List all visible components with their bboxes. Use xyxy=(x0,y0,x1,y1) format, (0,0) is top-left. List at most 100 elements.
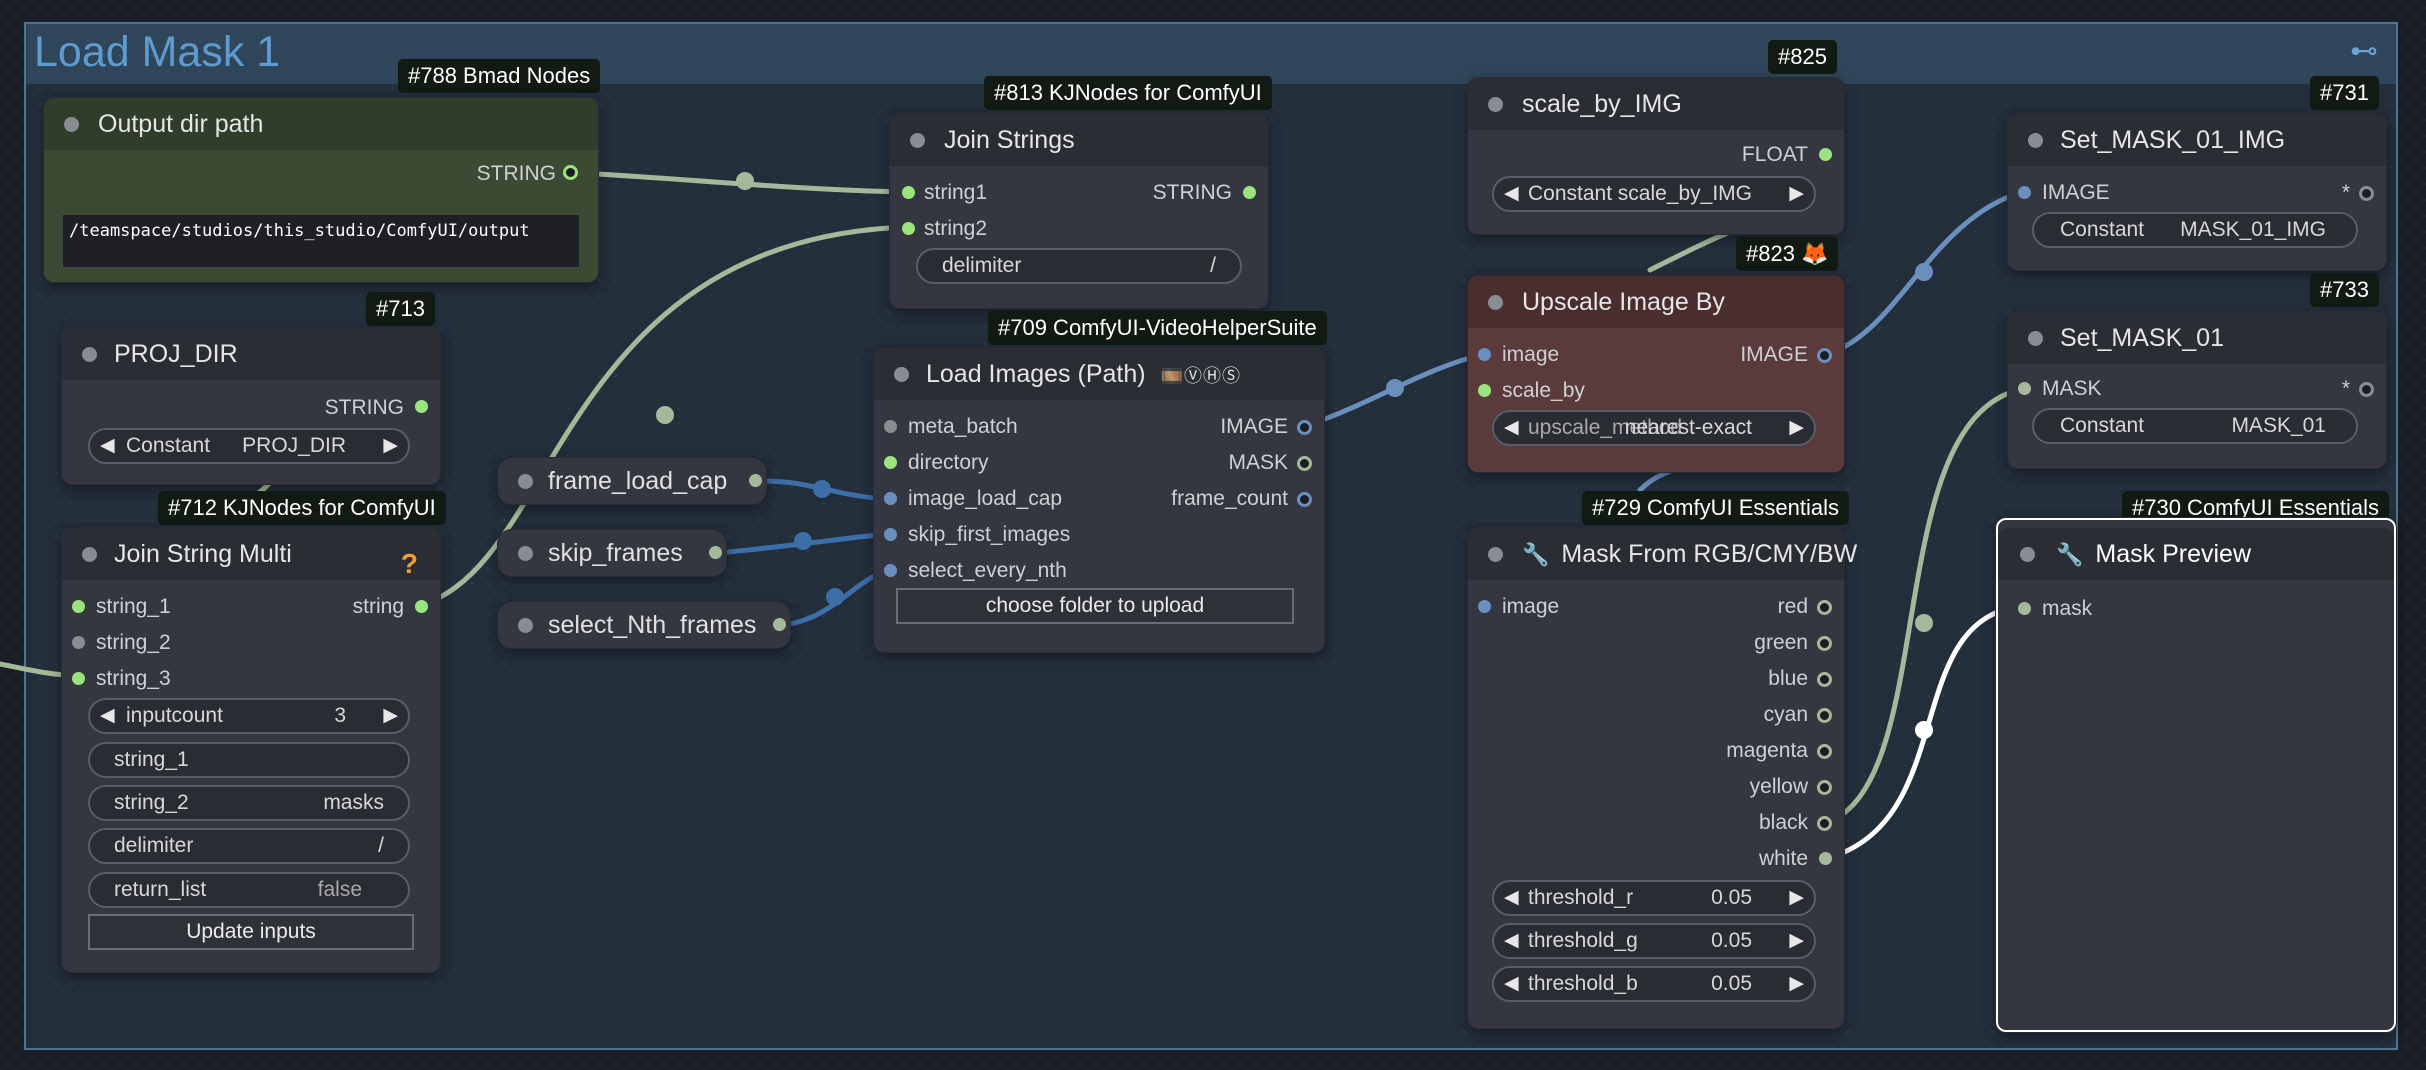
output-black-port[interactable] xyxy=(1817,816,1832,831)
pin-icon[interactable]: ⊷ xyxy=(2350,34,2378,67)
input-image-load-cap-port[interactable] xyxy=(884,492,897,505)
node-title[interactable]: 🔧 Mask From RGB/CMY/BW xyxy=(1468,528,1857,580)
collapse-dot-icon[interactable] xyxy=(1488,295,1503,310)
node-mask-preview[interactable]: 🔧 Mask Preview mask xyxy=(1996,518,2396,1032)
output-string-port[interactable] xyxy=(563,165,578,180)
collapse-dot-icon[interactable] xyxy=(64,117,79,132)
collapse-dot-icon[interactable] xyxy=(894,367,909,382)
return-list-toggle[interactable]: return_list false xyxy=(88,872,410,908)
output-yellow-port[interactable] xyxy=(1817,780,1832,795)
arrow-left-icon[interactable]: ◀ xyxy=(1504,968,1519,1000)
arrow-left-icon[interactable]: ◀ xyxy=(100,430,115,462)
node-frame-load-cap[interactable]: frame_load_cap xyxy=(498,458,766,504)
arrow-left-icon[interactable]: ◀ xyxy=(1504,178,1519,210)
node-title[interactable]: Upscale Image By xyxy=(1468,276,1844,328)
input-directory-port[interactable] xyxy=(884,456,897,469)
output-port[interactable] xyxy=(749,474,762,487)
input-mask-port[interactable] xyxy=(2018,382,2031,395)
arrow-left-icon[interactable]: ◀ xyxy=(1504,925,1519,957)
input-string-3-port[interactable] xyxy=(72,672,85,685)
node-title[interactable]: PROJ_DIR xyxy=(62,328,440,380)
node-skip-frames[interactable]: skip_frames xyxy=(498,530,726,576)
input-image-port[interactable] xyxy=(1478,348,1491,361)
arrow-right-icon[interactable]: ▶ xyxy=(383,700,398,732)
input-mask-port[interactable] xyxy=(2018,602,2031,615)
delimiter-widget[interactable]: delimiter / xyxy=(916,248,1242,284)
output-mask-port[interactable] xyxy=(1297,456,1312,471)
collapse-dot-icon[interactable] xyxy=(518,546,533,561)
node-title[interactable]: Set_MASK_01 xyxy=(2008,312,2386,364)
collapse-dot-icon[interactable] xyxy=(518,474,533,489)
collapse-dot-icon[interactable] xyxy=(1488,547,1503,562)
input-image-port[interactable] xyxy=(2018,186,2031,199)
input-string-2-port[interactable] xyxy=(72,636,85,649)
output-string-port[interactable] xyxy=(1243,186,1256,199)
constant-widget[interactable]: Constant MASK_01_IMG xyxy=(2032,212,2358,248)
collapse-dot-icon[interactable] xyxy=(518,618,533,633)
node-title[interactable]: Load Images (Path) 🎞️ⓋⒽⓈ xyxy=(874,348,1324,400)
delimiter-widget[interactable]: delimiter / xyxy=(88,828,410,864)
input-meta-batch-port[interactable] xyxy=(884,420,897,433)
output-image-port[interactable] xyxy=(1297,420,1312,435)
collapse-dot-icon[interactable] xyxy=(1488,97,1503,112)
collapse-dot-icon[interactable] xyxy=(82,347,97,362)
collapse-dot-icon[interactable] xyxy=(2020,547,2035,562)
output-cyan-port[interactable] xyxy=(1817,708,1832,723)
input-string-1-port[interactable] xyxy=(72,600,85,613)
arrow-right-icon[interactable]: ▶ xyxy=(1789,968,1804,1000)
node-title[interactable]: scale_by_IMG xyxy=(1468,78,1844,130)
output-image-port[interactable] xyxy=(1817,348,1832,363)
choose-folder-button[interactable]: choose folder to upload xyxy=(896,588,1294,624)
upscale-method-widget[interactable]: ◀ upscale_method nearest-exact ▶ xyxy=(1492,410,1816,446)
node-title[interactable]: Output dir path xyxy=(44,98,598,150)
node-title[interactable]: Set_MASK_01_IMG xyxy=(2008,114,2386,166)
node-mask-from-rgb[interactable]: 🔧 Mask From RGB/CMY/BW image red green bl… xyxy=(1468,528,1857,1028)
update-inputs-button[interactable]: Update inputs xyxy=(88,914,414,950)
node-set-mask-01[interactable]: Set_MASK_01 MASK * Constant MASK_01 xyxy=(2008,312,2386,468)
group-header[interactable] xyxy=(26,24,2396,84)
output-any-port[interactable] xyxy=(2359,382,2374,397)
collapse-dot-icon[interactable] xyxy=(82,547,97,562)
arrow-right-icon[interactable]: ▶ xyxy=(383,430,398,462)
constant-widget[interactable]: Constant MASK_01 xyxy=(2032,408,2358,444)
output-red-port[interactable] xyxy=(1817,600,1832,615)
collapse-dot-icon[interactable] xyxy=(2028,331,2043,346)
collapse-dot-icon[interactable] xyxy=(910,133,925,148)
input-string1-port[interactable] xyxy=(902,186,915,199)
node-title[interactable]: Join Strings xyxy=(890,114,1268,166)
input-scale-by-port[interactable] xyxy=(1478,384,1491,397)
string-2-widget[interactable]: string_2 masks xyxy=(88,785,410,821)
node-select-nth-frames[interactable]: select_Nth_frames xyxy=(498,602,790,648)
output-magenta-port[interactable] xyxy=(1817,744,1832,759)
node-title[interactable]: 🔧 Mask Preview xyxy=(1998,528,2394,580)
node-scale-by-img[interactable]: scale_by_IMG FLOAT ◀ Constant scale_by_I… xyxy=(1468,78,1844,234)
input-string2-port[interactable] xyxy=(902,222,915,235)
input-skip-first-images-port[interactable] xyxy=(884,528,897,541)
threshold-r-widget[interactable]: ◀ threshold_r 0.05 ▶ xyxy=(1492,880,1816,916)
node-title[interactable]: Join String Multi ? xyxy=(62,528,440,580)
help-icon[interactable]: ? xyxy=(401,538,418,590)
output-green-port[interactable] xyxy=(1817,636,1832,651)
output-dir-textarea[interactable]: /teamspace/studios/this_studio/ComfyUI/o… xyxy=(62,214,580,268)
node-set-mask-01-img[interactable]: Set_MASK_01_IMG IMAGE * Constant MASK_01… xyxy=(2008,114,2386,270)
arrow-right-icon[interactable]: ▶ xyxy=(1789,412,1804,444)
node-join-strings[interactable]: Join Strings string1 string2 STRING deli… xyxy=(890,114,1268,308)
threshold-g-widget[interactable]: ◀ threshold_g 0.05 ▶ xyxy=(1492,923,1816,959)
output-blue-port[interactable] xyxy=(1817,672,1832,687)
output-port[interactable] xyxy=(773,618,786,631)
output-frame-count-port[interactable] xyxy=(1297,492,1312,507)
arrow-right-icon[interactable]: ▶ xyxy=(1789,925,1804,957)
node-load-images-path[interactable]: Load Images (Path) 🎞️ⓋⒽⓈ meta_batch dire… xyxy=(874,348,1324,652)
constant-widget[interactable]: ◀ Constant scale_by_IMG ▶ xyxy=(1492,176,1816,212)
output-string-port[interactable] xyxy=(415,600,428,613)
node-proj-dir[interactable]: PROJ_DIR STRING ◀ Constant PROJ_DIR ▶ xyxy=(62,328,440,484)
arrow-right-icon[interactable]: ▶ xyxy=(1789,178,1804,210)
arrow-left-icon[interactable]: ◀ xyxy=(1504,882,1519,914)
constant-widget[interactable]: ◀ Constant PROJ_DIR ▶ xyxy=(88,428,410,464)
arrow-left-icon[interactable]: ◀ xyxy=(100,700,115,732)
input-select-every-nth-port[interactable] xyxy=(884,564,897,577)
threshold-b-widget[interactable]: ◀ threshold_b 0.05 ▶ xyxy=(1492,966,1816,1002)
arrow-right-icon[interactable]: ▶ xyxy=(1789,882,1804,914)
output-white-port[interactable] xyxy=(1819,852,1832,865)
collapse-dot-icon[interactable] xyxy=(2028,133,2043,148)
